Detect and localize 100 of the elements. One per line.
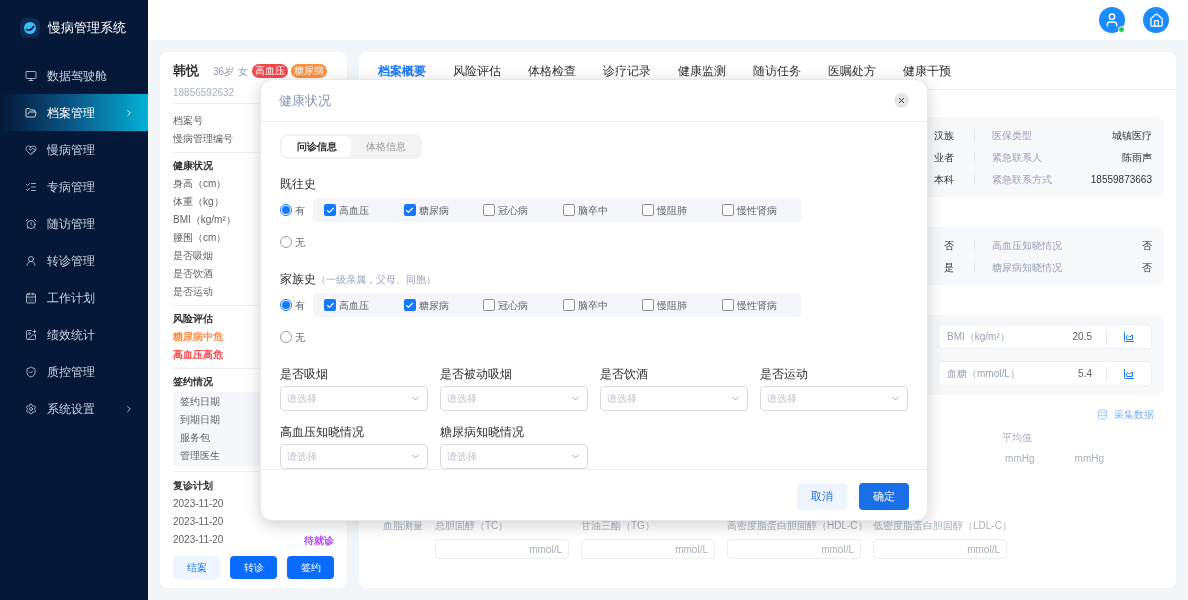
info-label: 紧急联系方式 [992, 172, 1052, 187]
disease-checkbox[interactable]: 慢阻肺 [642, 297, 722, 313]
sidebar-item[interactable]: 专病管理 [0, 168, 148, 205]
field-label: 是否运动 [173, 285, 213, 299]
disease-checkbox[interactable]: 脑卒中 [562, 297, 642, 313]
revisit-date: 2023-11-20 [173, 515, 224, 529]
info-value: 本科 [934, 172, 954, 187]
patient-age: 36岁 [213, 64, 235, 79]
sidebar-item[interactable]: 质控管理 [0, 353, 148, 390]
area-chart-icon[interactable] [1123, 367, 1135, 380]
field-label: 腰围（cm） [173, 231, 227, 245]
disease-checkbox[interactable]: 糖尿病 [403, 202, 483, 218]
section-title: 复诊计划 [173, 479, 213, 493]
disease-checkbox[interactable]: 冠心病 [483, 202, 563, 218]
check-icon [405, 205, 414, 215]
dialog-button[interactable]: 确定 [859, 482, 909, 510]
field-label: 身高（cm） [173, 177, 227, 191]
disease-checkbox[interactable]: 高血压 [324, 202, 404, 218]
radio-option[interactable]: 无 [280, 234, 313, 250]
sidebar-item[interactable]: 数据驾驶舱 [0, 57, 148, 94]
tab[interactable]: 问诊信息 [282, 136, 351, 157]
disease-tag: 糖尿病 [291, 64, 328, 78]
field-label: 甘油三酯（TG） [581, 519, 655, 533]
field-hint: （一级亲属，父母、同胞） [316, 273, 436, 287]
disease-checkbox[interactable]: 脑卒中 [562, 202, 642, 218]
close-button[interactable] [894, 93, 909, 108]
risk-level: 糖尿病中危 [173, 330, 223, 344]
field-label: 体重（kg） [173, 195, 224, 209]
avatar-button[interactable] [1099, 7, 1125, 33]
disease-checkbox[interactable]: 慢阻肺 [642, 202, 722, 218]
field-label: 到期日期 [180, 413, 220, 427]
info-value: 汉族 [934, 128, 954, 143]
field-label: 低密度脂蛋白胆固醇（LDL-C） [873, 519, 1012, 533]
info-value: 城镇医疗 [1112, 128, 1152, 143]
column-header: 平均值 [1002, 431, 1032, 445]
action-button[interactable]: 转诊 [230, 556, 277, 579]
tab[interactable]: 体格检查 [528, 61, 603, 80]
field-label: 服务包 [180, 431, 210, 445]
info-value: 陈雨声 [1122, 150, 1152, 165]
sidebar-item[interactable]: 转诊管理 [0, 242, 148, 279]
radio-option[interactable]: 无 [280, 329, 313, 345]
measure-row: BMI（kg/m²） 20.5 [938, 324, 1152, 349]
home-icon [1148, 12, 1164, 28]
sidebar-item[interactable]: 系统设置 [0, 390, 148, 427]
calendar-icon [25, 291, 37, 304]
field-label: 签约日期 [180, 395, 220, 409]
settings-icon [25, 402, 37, 415]
action-button[interactable]: 结案 [173, 556, 220, 579]
info-value: 业者 [934, 150, 954, 165]
home-button[interactable] [1143, 7, 1169, 33]
section-title: 风险评估 [173, 312, 213, 326]
folder-icon [25, 106, 37, 119]
info-value: 18559873663 [1090, 172, 1152, 187]
disease-checkbox[interactable]: 慢性肾病 [721, 297, 801, 313]
field-label: 慢病管理编号 [173, 132, 233, 146]
radio-option[interactable]: 有 [280, 297, 313, 313]
tab[interactable]: 健康干预 [903, 61, 978, 80]
field-label: 管理医生 [180, 449, 220, 463]
info-label: 医保类型 [992, 128, 1032, 143]
sidebar-item[interactable]: 随访管理 [0, 205, 148, 242]
tab[interactable]: 档案概要 [378, 61, 453, 80]
sidebar-item[interactable]: 绩效统计 [0, 316, 148, 353]
disease-checkbox[interactable]: 高血压 [324, 297, 404, 313]
field-label: 是否运动 [760, 366, 809, 383]
field-label: 是否被动吸烟 [440, 366, 513, 383]
revisit-status: 待就诊 [304, 533, 334, 548]
tab[interactable]: 健康监测 [678, 61, 753, 80]
sidebar-item[interactable]: 慢病管理 [0, 131, 148, 168]
sidebar-item[interactable]: 工作计划 [0, 279, 148, 316]
user-icon [25, 254, 37, 267]
action-button[interactable]: 签约 [287, 556, 334, 579]
tab[interactable]: 诊疗记录 [603, 61, 678, 80]
disease-checkbox[interactable]: 糖尿病 [403, 297, 483, 313]
disease-checkbox[interactable]: 冠心病 [483, 297, 563, 313]
check-icon [405, 300, 414, 310]
field-label: 家族史 [280, 271, 316, 288]
dialog-button[interactable]: 取消 [797, 482, 847, 510]
disease-checkbox[interactable]: 慢性肾病 [721, 202, 801, 218]
tab[interactable]: 医嘱处方 [828, 61, 903, 80]
field-label: 既往史 [280, 176, 316, 193]
tab[interactable]: 风险评估 [453, 61, 528, 80]
check-icon [325, 300, 335, 310]
logo-icon [20, 18, 40, 38]
field-label: 高密度脂蛋白胆固醇（HDL-C） [727, 519, 868, 533]
unit-label: mmHg [1005, 452, 1035, 466]
field-label: 糖尿病知晓情况 [440, 424, 525, 441]
sidebar-item[interactable]: 档案管理 [0, 94, 148, 131]
tab[interactable]: 随访任务 [753, 61, 828, 80]
radio-option[interactable]: 有 [280, 202, 313, 218]
field-label: BMI（kg/m²） [173, 213, 236, 227]
info-value: 否 [1142, 238, 1152, 253]
user-icon [1104, 12, 1120, 28]
field-label: 总胆固醇（TC） [435, 519, 509, 533]
info-value: 否 [1142, 260, 1152, 275]
list-icon [25, 180, 37, 193]
check-icon [325, 205, 335, 215]
field-label: 档案号 [173, 114, 203, 128]
area-chart-icon[interactable] [1123, 330, 1135, 343]
image-icon [25, 328, 37, 341]
info-value: 是 [944, 260, 954, 275]
